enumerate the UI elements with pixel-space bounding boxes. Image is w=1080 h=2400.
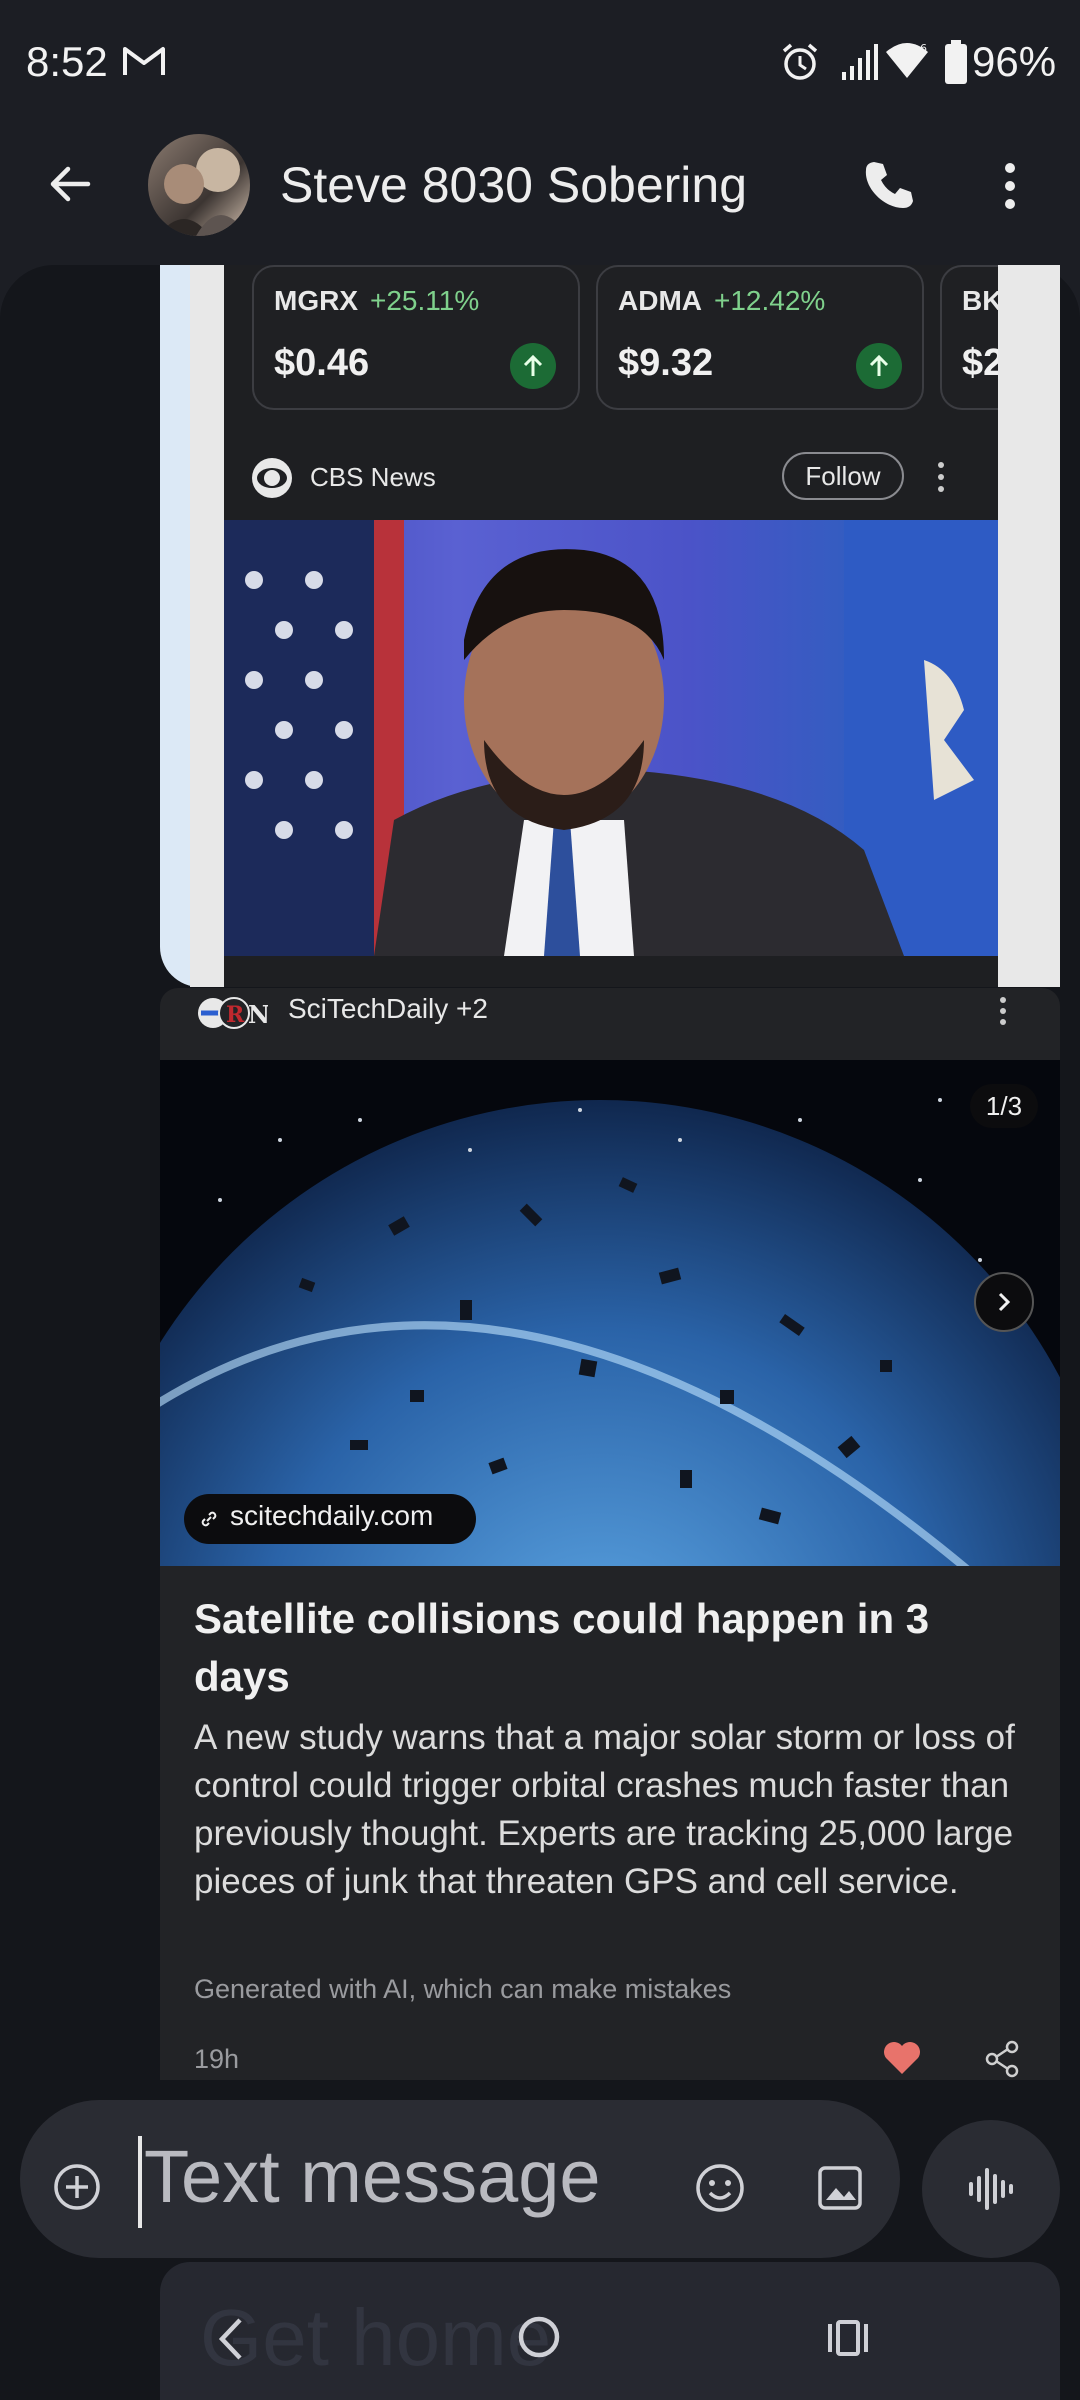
gallery-icon[interactable] (816, 2164, 864, 2212)
battery-icon (945, 40, 967, 84)
news-source: CBS News (310, 462, 436, 492)
source-link[interactable]: scitechdaily.com (230, 1500, 433, 1532)
status-time: 8:52 (26, 38, 108, 85)
svg-text:N: N (248, 1000, 268, 1029)
text-cursor (138, 2136, 142, 2228)
more-vert-icon (938, 462, 944, 492)
screenshot-margin (190, 265, 224, 987)
signal-icon (842, 44, 878, 80)
stock-price: $9.32 (618, 342, 714, 384)
news-headline[interactable]: Satellite collisions could happen in 3 d… (194, 1590, 1014, 1706)
follow-button: Follow (782, 452, 904, 500)
arrow-up-icon (510, 343, 556, 389)
timestamp: 19h (194, 2044, 240, 2074)
wifi-icon: 6 (886, 42, 928, 78)
nav-back-icon[interactable] (212, 2314, 248, 2364)
link-icon (201, 1511, 217, 1527)
emoji-icon[interactable] (694, 2162, 746, 2214)
battery-percent: 96% (972, 38, 1057, 85)
stock-change: +25.11% (370, 285, 480, 316)
contact-avatar[interactable] (148, 134, 250, 236)
heart-icon[interactable] (882, 2040, 922, 2076)
gmail-icon (123, 47, 165, 75)
more-vert-icon[interactable] (990, 160, 1030, 212)
source-logos-icon: RN (198, 997, 268, 1029)
message-input[interactable]: Text message (144, 2134, 601, 2219)
cbs-logo-icon (252, 458, 292, 498)
news-photo (224, 520, 998, 956)
arrow-up-icon (856, 343, 902, 389)
nav-recents-icon[interactable] (826, 2318, 870, 2358)
contact-name[interactable]: Steve 8030 Sobering (280, 156, 747, 214)
stock-symbol: MGRX (274, 285, 358, 316)
next-image-button[interactable] (974, 1272, 1034, 1332)
alarm-icon (782, 43, 818, 80)
image-counter: 1/3 (970, 1084, 1038, 1128)
news-summary: A new study warns that a major solar sto… (194, 1718, 1015, 1901)
nav-home-icon[interactable] (516, 2314, 562, 2360)
stock-symbol: ADMA (618, 285, 702, 316)
screenshot-margin (998, 265, 1060, 987)
share-icon[interactable] (984, 2040, 1020, 2078)
stock-change: +12.42% (714, 285, 826, 316)
news-source: SciTechDaily +2 (288, 993, 488, 1024)
more-vert-icon[interactable] (996, 996, 1010, 1026)
svg-text:6: 6 (920, 42, 927, 55)
voice-waveform-icon[interactable] (966, 2164, 1016, 2214)
stock-symbol: BK (962, 285, 998, 316)
add-circle-icon[interactable] (52, 2162, 102, 2212)
message-text: Get home (200, 2293, 552, 2382)
ai-disclaimer: Generated with AI, which can make mistak… (194, 1974, 732, 2004)
news-image[interactable] (160, 1060, 1060, 1566)
stock-price: $2 (962, 342, 998, 384)
stock-price: $0.46 (274, 342, 370, 384)
phone-icon[interactable] (862, 158, 914, 210)
svg-text:R: R (226, 1002, 245, 1028)
back-arrow-icon[interactable] (44, 158, 96, 210)
